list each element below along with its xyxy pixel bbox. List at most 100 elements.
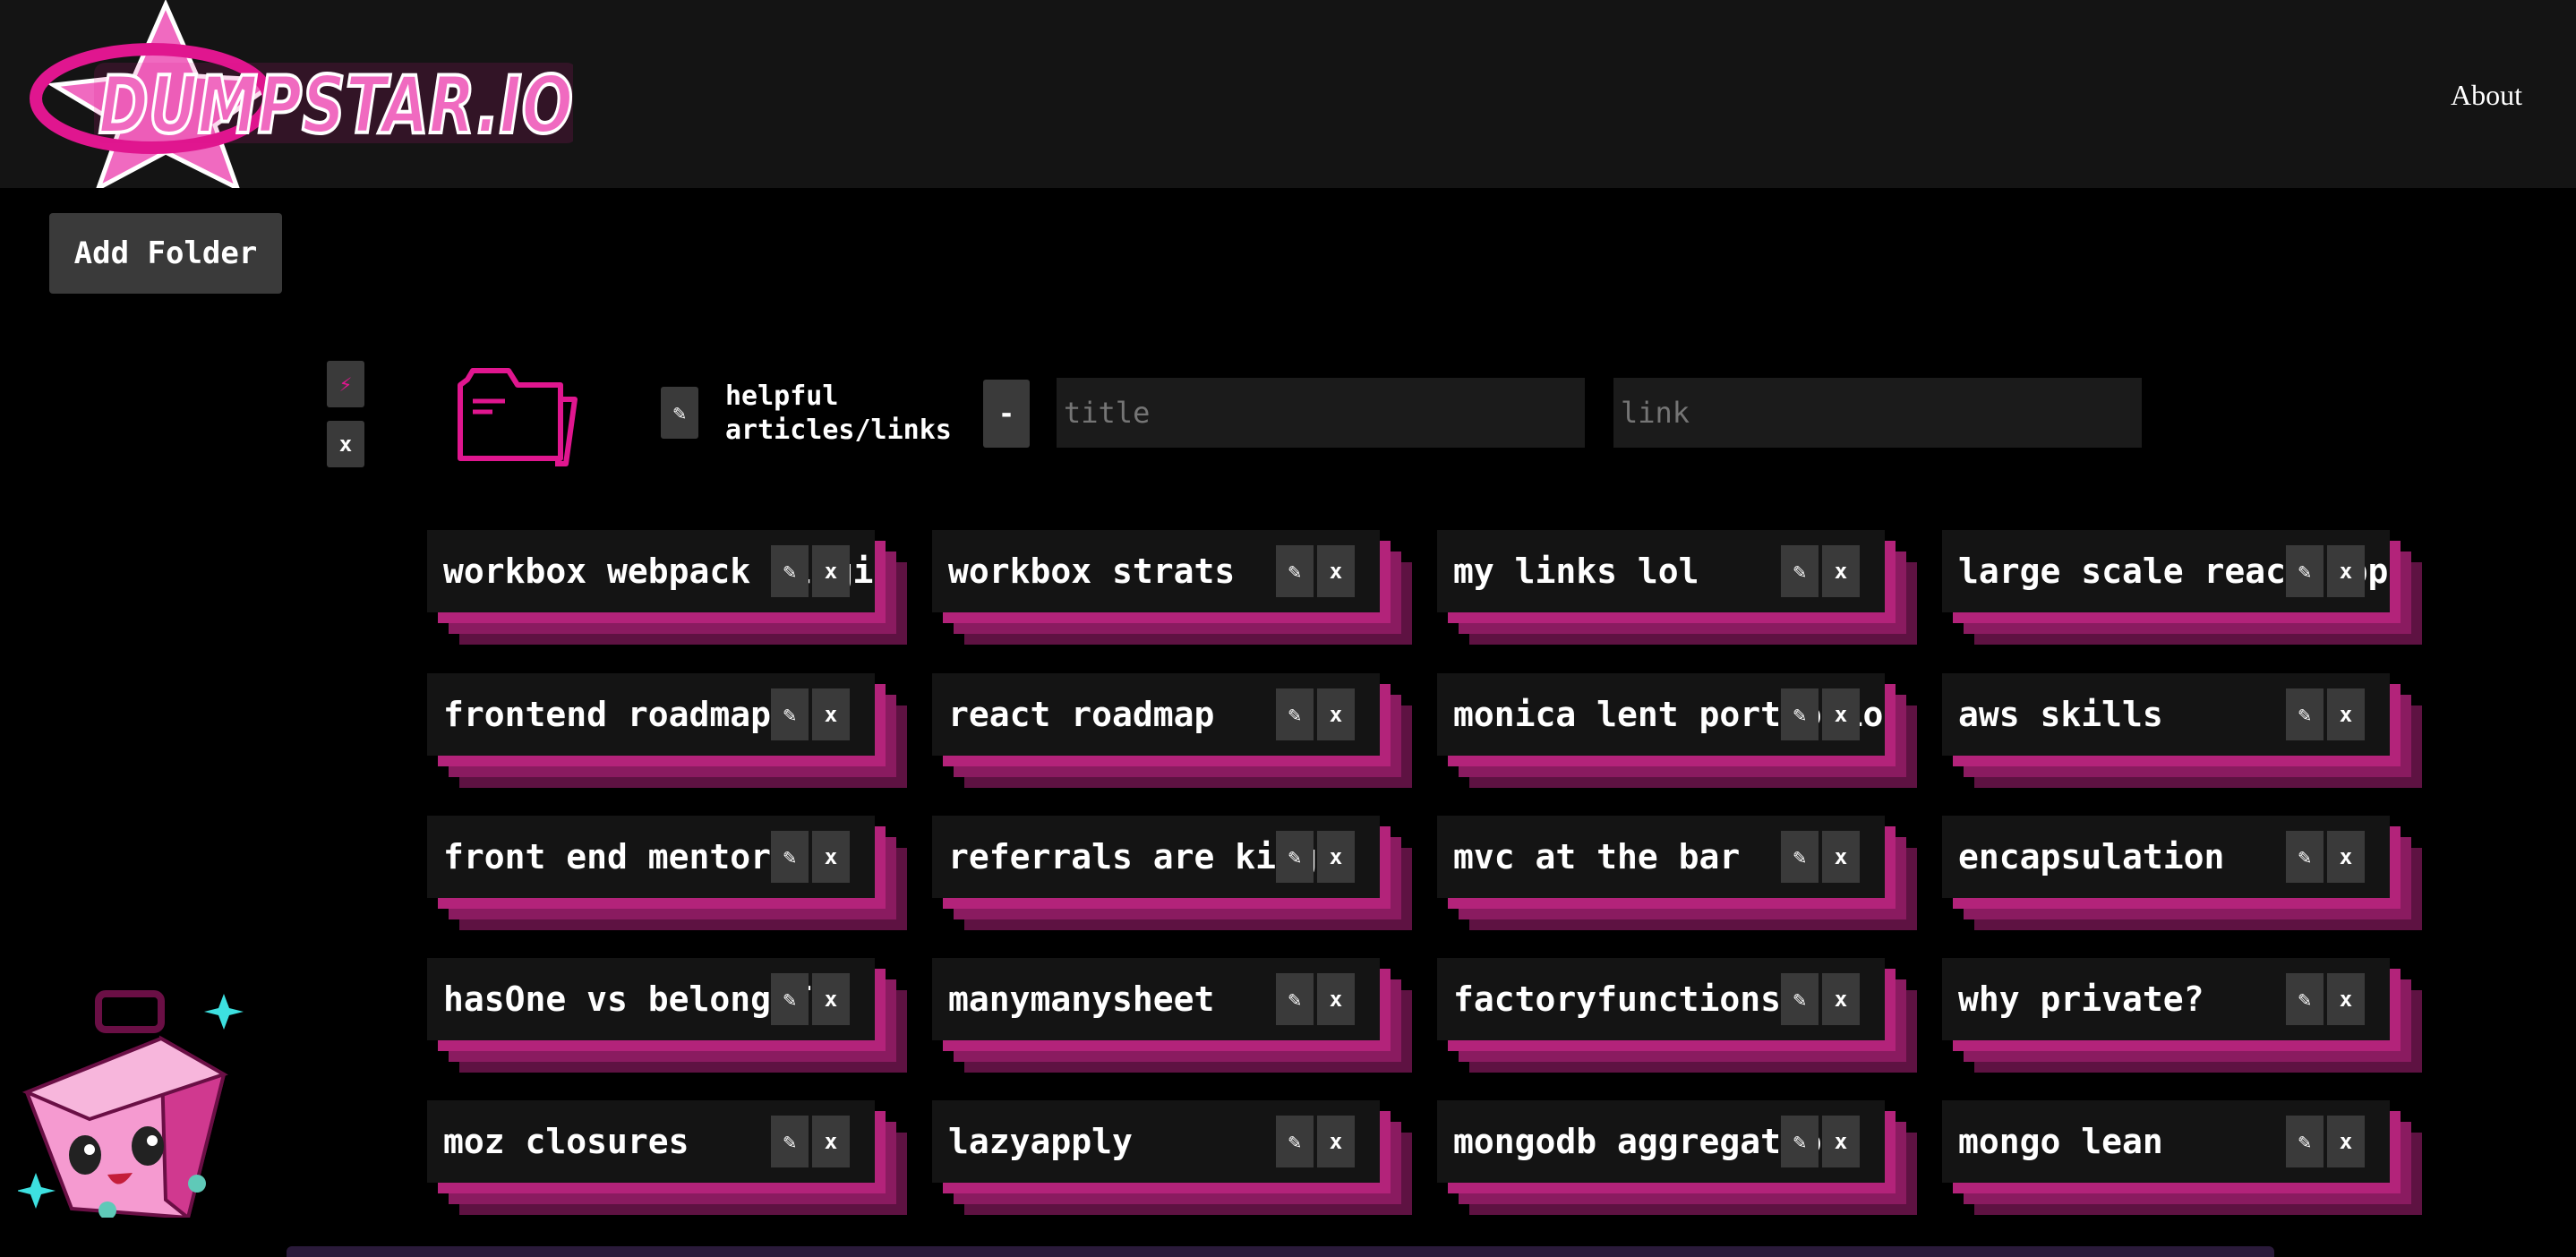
card-face: lazyapply ✎ x: [932, 1100, 1380, 1183]
pencil-icon: ✎: [783, 1129, 797, 1154]
card-face: workbox webpack plugin ✎ x: [427, 530, 875, 612]
pencil-icon: ✎: [783, 987, 797, 1012]
edit-link-button[interactable]: ✎: [771, 973, 809, 1025]
edit-link-button[interactable]: ✎: [2286, 688, 2324, 740]
card-face: factoryfunctions ✎ x: [1437, 958, 1885, 1040]
card-face: workbox strats ✎ x: [932, 530, 1380, 612]
pencil-icon: ✎: [2298, 1129, 2312, 1154]
delete-link-button[interactable]: x: [1822, 545, 1860, 597]
link-card: monica lent portfolio ✎ x: [1437, 673, 1917, 788]
delete-link-button[interactable]: x: [1822, 688, 1860, 740]
delete-link-button[interactable]: x: [2327, 831, 2365, 883]
link-input[interactable]: [1613, 378, 2142, 448]
edit-link-button[interactable]: ✎: [1781, 831, 1819, 883]
edit-link-button[interactable]: ✎: [771, 1116, 809, 1167]
link-card: lazyapply ✎ x: [932, 1100, 1412, 1215]
edit-link-button[interactable]: ✎: [1781, 545, 1819, 597]
link-card: mongodb aggregation ✎ x: [1437, 1100, 1917, 1215]
card-face: front end mentor ✎ x: [427, 816, 875, 898]
lightning-button[interactable]: ⚡: [327, 361, 364, 407]
delete-link-button[interactable]: x: [812, 545, 850, 597]
edit-link-button[interactable]: ✎: [2286, 1116, 2324, 1167]
card-face: why private? ✎ x: [1942, 958, 2390, 1040]
lightning-icon: ⚡: [338, 372, 353, 397]
remove-folder-button[interactable]: x: [327, 421, 364, 467]
title-input[interactable]: [1057, 378, 1585, 448]
pencil-icon: ✎: [1793, 702, 1807, 727]
edit-link-button[interactable]: ✎: [771, 688, 809, 740]
card-face: hasOne vs belongsTo ✎ x: [427, 958, 875, 1040]
link-card: workbox webpack plugin ✎ x: [427, 530, 907, 645]
delete-link-button[interactable]: x: [1822, 831, 1860, 883]
delete-link-button[interactable]: x: [1317, 688, 1355, 740]
card-face: manymanysheet ✎ x: [932, 958, 1380, 1040]
link-card: moz closures ✎ x: [427, 1100, 907, 1215]
delete-link-button[interactable]: x: [2327, 1116, 2365, 1167]
delete-link-button[interactable]: x: [1317, 831, 1355, 883]
delete-link-button[interactable]: x: [812, 831, 850, 883]
delete-link-button[interactable]: x: [1317, 973, 1355, 1025]
edit-link-button[interactable]: ✎: [2286, 545, 2324, 597]
dumpstar-logo[interactable]: DUMPSTAR.IO: [18, 0, 573, 188]
delete-link-button[interactable]: x: [2327, 688, 2365, 740]
card-face: mongodb aggregation ✎ x: [1437, 1100, 1885, 1183]
pencil-icon: ✎: [2298, 987, 2312, 1012]
about-link[interactable]: About: [2451, 79, 2522, 112]
link-card: front end mentor ✎ x: [427, 816, 907, 930]
edit-link-button[interactable]: ✎: [1276, 973, 1314, 1025]
pencil-icon: ✎: [2298, 559, 2312, 584]
edit-link-button[interactable]: ✎: [1276, 545, 1314, 597]
pencil-icon: ✎: [1288, 559, 1302, 584]
link-card: mongo lean ✎ x: [1942, 1100, 2422, 1215]
edit-folder-button[interactable]: ✎: [661, 387, 698, 439]
pencil-icon: ✎: [2298, 702, 2312, 727]
card-face: frontend roadmap ✎ x: [427, 673, 875, 756]
delete-link-button[interactable]: x: [2327, 545, 2365, 597]
edit-link-button[interactable]: ✎: [771, 545, 809, 597]
folder-icon: [458, 368, 578, 466]
edit-link-button[interactable]: ✎: [1276, 1116, 1314, 1167]
card-face: encapsulation ✎ x: [1942, 816, 2390, 898]
edit-link-button[interactable]: ✎: [1276, 688, 1314, 740]
delete-link-button[interactable]: x: [1317, 1116, 1355, 1167]
pencil-icon: ✎: [2298, 844, 2312, 869]
folder-name: helpful articles/links: [725, 381, 952, 446]
delete-link-button[interactable]: x: [812, 688, 850, 740]
link-card: why private? ✎ x: [1942, 958, 2422, 1073]
card-face: moz closures ✎ x: [427, 1100, 875, 1183]
pencil-icon: ✎: [1288, 1129, 1302, 1154]
pencil-icon: ✎: [672, 400, 687, 425]
card-face: large scale react app ✎ x: [1942, 530, 2390, 612]
collapse-folder-button[interactable]: -: [983, 380, 1030, 448]
delete-link-button[interactable]: x: [1822, 973, 1860, 1025]
link-card: workbox strats ✎ x: [932, 530, 1412, 645]
delete-link-button[interactable]: x: [812, 1116, 850, 1167]
edit-link-button[interactable]: ✎: [1276, 831, 1314, 883]
add-folder-button[interactable]: Add Folder: [49, 213, 282, 294]
link-card: frontend roadmap ✎ x: [427, 673, 907, 788]
pencil-icon: ✎: [1288, 702, 1302, 727]
pencil-icon: ✎: [1288, 987, 1302, 1012]
link-card: manymanysheet ✎ x: [932, 958, 1412, 1073]
delete-link-button[interactable]: x: [2327, 973, 2365, 1025]
card-face: aws skills ✎ x: [1942, 673, 2390, 756]
edit-link-button[interactable]: ✎: [1781, 688, 1819, 740]
top-navbar: DUMPSTAR.IO About: [0, 0, 2576, 188]
delete-link-button[interactable]: x: [1822, 1116, 1860, 1167]
edit-link-button[interactable]: ✎: [1781, 973, 1819, 1025]
pencil-icon: ✎: [783, 559, 797, 584]
link-card: factoryfunctions ✎ x: [1437, 958, 1917, 1073]
delete-link-button[interactable]: x: [1317, 545, 1355, 597]
card-face: referrals are king ✎ x: [932, 816, 1380, 898]
edit-link-button[interactable]: ✎: [771, 831, 809, 883]
card-face: react roadmap ✎ x: [932, 673, 1380, 756]
edit-link-button[interactable]: ✎: [2286, 831, 2324, 883]
delete-link-button[interactable]: x: [812, 973, 850, 1025]
card-face: mvc at the bar ✎ x: [1437, 816, 1885, 898]
edit-link-button[interactable]: ✎: [2286, 973, 2324, 1025]
trash-can-mascot: [18, 990, 244, 1218]
edit-link-button[interactable]: ✎: [1781, 1116, 1819, 1167]
pencil-icon: ✎: [1793, 1129, 1807, 1154]
card-face: mongo lean ✎ x: [1942, 1100, 2390, 1183]
card-face: my links lol ✎ x: [1437, 530, 1885, 612]
